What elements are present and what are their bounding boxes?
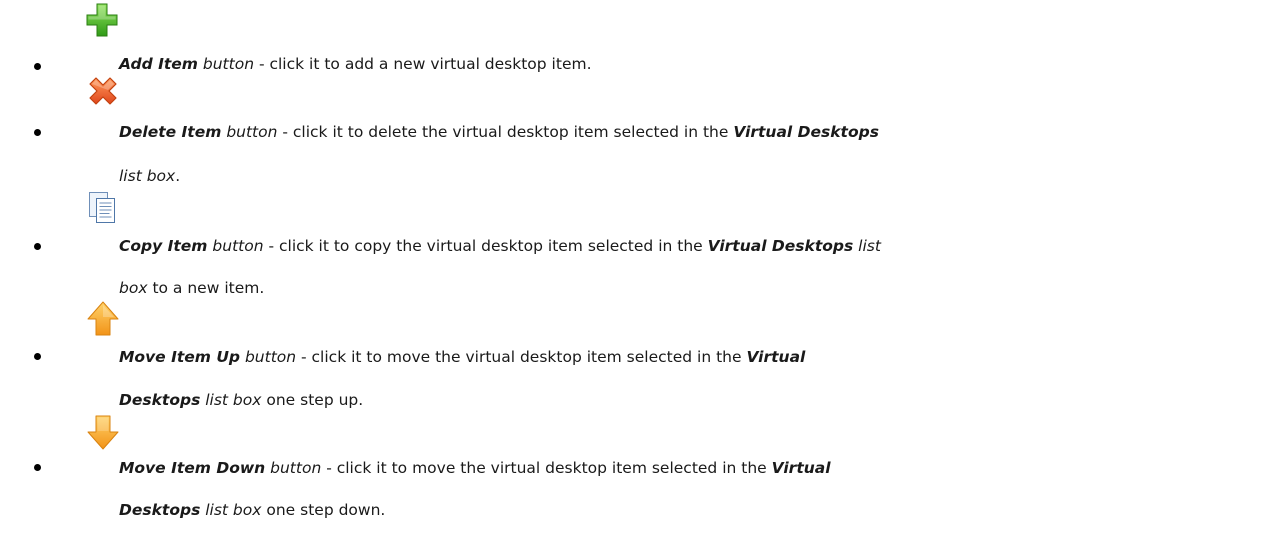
item-sep: -: [263, 237, 279, 255]
list-item-move-item-down: Move Item Down button - click it to move…: [0, 415, 1261, 527]
list-item-add-item: Add Item button - click it to add a new …: [0, 0, 1261, 73]
item-desc: click it to move the virtual desktop ite…: [336, 459, 767, 477]
item-desc: click it to move the virtual desktop ite…: [311, 348, 742, 366]
item-name: Delete Item: [119, 123, 222, 141]
item-name: Move Item Up: [119, 348, 241, 366]
item-sep: -: [321, 459, 337, 477]
item-ref-kind: list box: [205, 391, 262, 409]
item-ref: Desktops: [119, 501, 201, 519]
button-list: Add Item button - click it to add a new …: [0, 0, 1261, 527]
item-ref: Desktops: [119, 391, 201, 409]
item-kind: button: [226, 123, 278, 141]
item-kind: button: [202, 55, 255, 73]
list-item-copy-item: Copy Item button - click it to copy the …: [0, 190, 1261, 301]
item-sep: -: [254, 55, 270, 73]
item-ref-kind: list box: [205, 501, 262, 519]
item-name: Add Item: [119, 55, 198, 73]
item-desc: click it to delete the virtual desktop i…: [292, 123, 729, 141]
item-kind: button: [244, 348, 297, 366]
add-icon: [86, 0, 118, 48]
item-tail: .: [175, 167, 181, 185]
item-tail: to a new item.: [152, 279, 265, 297]
item-ref: Virtual: [746, 348, 806, 366]
list-item-delete-item: Delete Item button - click it to delete …: [0, 72, 1261, 190]
document: Add Item button - click it to add a new …: [0, 0, 1261, 527]
list-item-move-item-up: Move Item Up button - click it to move t…: [0, 301, 1261, 417]
item-ref-kind: list: [858, 237, 881, 255]
item-ref: Virtual Desktops: [707, 237, 854, 255]
item-ref-kind: list box: [119, 167, 176, 185]
arrow-up-icon: [86, 299, 120, 339]
delete-icon: [86, 72, 120, 118]
item-kind: button: [270, 459, 322, 477]
item-tail: one step down.: [266, 501, 386, 519]
item-name: Copy Item: [119, 237, 208, 255]
arrow-down-icon: [86, 413, 120, 453]
item-kind: button: [212, 237, 264, 255]
item-sep: -: [277, 123, 293, 141]
copy-icon: [87, 190, 117, 234]
item-tail: one step up.: [266, 391, 364, 409]
item-name: Move Item Down: [119, 459, 266, 477]
item-desc: click it to copy the virtual desktop ite…: [278, 237, 703, 255]
item-ref: Virtual Desktops: [733, 123, 879, 141]
item-desc: click it to add a new virtual desktop it…: [269, 55, 592, 73]
item-ref-kind: box: [119, 279, 148, 297]
item-sep: -: [296, 348, 312, 366]
item-ref: Virtual: [771, 459, 831, 477]
